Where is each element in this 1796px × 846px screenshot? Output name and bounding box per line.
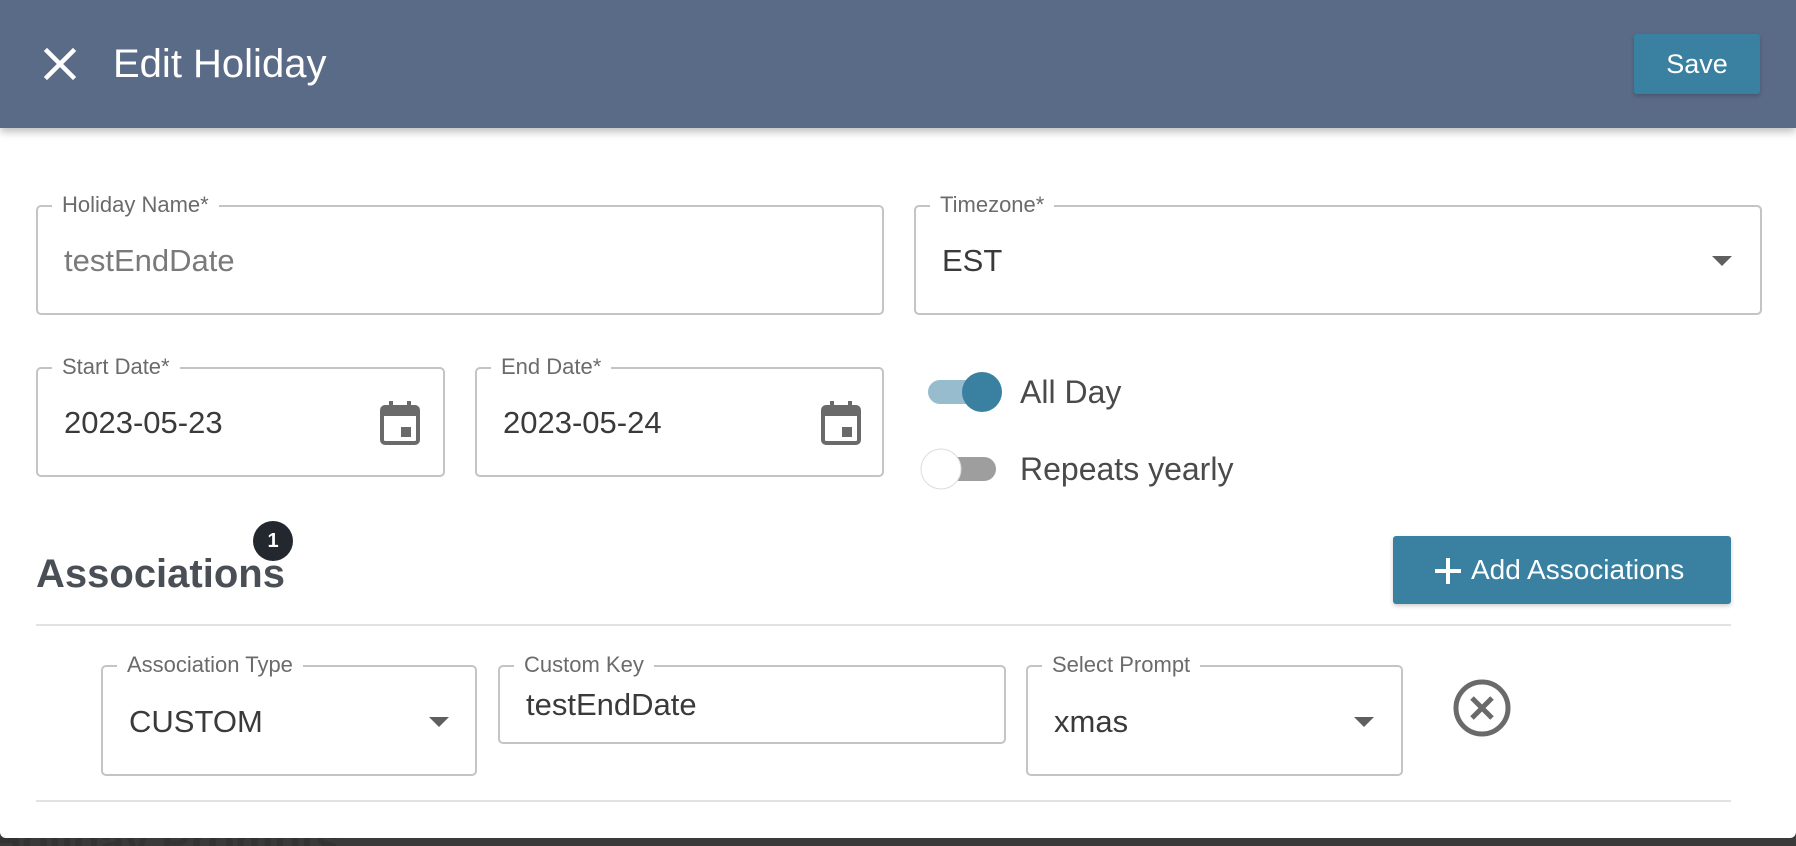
chevron-down-icon bbox=[1712, 256, 1732, 266]
repeats-yearly-toggle[interactable] bbox=[918, 446, 1002, 492]
remove-association-icon[interactable] bbox=[1452, 678, 1512, 738]
calendar-icon[interactable] bbox=[821, 401, 861, 445]
start-date-value: 2023-05-23 bbox=[64, 405, 223, 440]
repeats-yearly-label: Repeats yearly bbox=[1020, 451, 1234, 487]
holiday-name-value: testEndDate bbox=[64, 243, 235, 278]
save-button[interactable]: Save bbox=[1634, 34, 1760, 94]
chevron-down-icon bbox=[1354, 717, 1374, 727]
select-prompt-label: Select Prompt bbox=[1042, 651, 1201, 679]
associations-count-badge: 1 bbox=[253, 521, 293, 561]
end-date-value: 2023-05-24 bbox=[503, 405, 662, 440]
plus-icon bbox=[1433, 556, 1463, 586]
all-day-toggle[interactable] bbox=[926, 370, 1006, 414]
holiday-name-field[interactable]: Holiday Name* testEndDate bbox=[36, 191, 884, 315]
start-date-field[interactable]: Start Date* 2023-05-23 bbox=[36, 353, 445, 477]
divider bbox=[36, 800, 1731, 802]
add-associations-button[interactable]: Add Associations bbox=[1393, 536, 1731, 604]
association-type-value: CUSTOM bbox=[129, 704, 263, 739]
all-day-label: All Day bbox=[1020, 374, 1122, 410]
associations-heading: Associations bbox=[36, 552, 285, 596]
divider bbox=[36, 624, 1731, 626]
timezone-label: Timezone* bbox=[930, 191, 1055, 219]
calendar-icon[interactable] bbox=[380, 401, 420, 445]
holiday-name-label: Holiday Name* bbox=[52, 191, 219, 219]
association-type-select[interactable]: Association Type CUSTOM bbox=[101, 651, 477, 776]
dialog-title: Edit Holiday bbox=[113, 42, 327, 86]
custom-key-field[interactable]: Custom Key testEndDate bbox=[498, 651, 1006, 744]
custom-key-value: testEndDate bbox=[526, 687, 697, 722]
end-date-label: End Date* bbox=[491, 353, 612, 381]
end-date-field[interactable]: End Date* 2023-05-24 bbox=[475, 353, 884, 477]
timezone-select[interactable]: Timezone* EST bbox=[914, 191, 1762, 315]
edit-holiday-dialog: Edit Holiday Save Holiday Name* testEndD… bbox=[0, 0, 1796, 838]
add-associations-label: Add Associations bbox=[1471, 554, 1685, 585]
start-date-label: Start Date* bbox=[52, 353, 180, 381]
association-type-label: Association Type bbox=[117, 651, 303, 679]
select-prompt-select[interactable]: Select Prompt xmas bbox=[1026, 651, 1403, 776]
timezone-value: EST bbox=[942, 243, 1003, 278]
custom-key-label: Custom Key bbox=[514, 651, 654, 679]
close-icon[interactable] bbox=[36, 40, 84, 88]
chevron-down-icon bbox=[429, 717, 449, 727]
select-prompt-value: xmas bbox=[1054, 704, 1129, 739]
dialog-header: Edit Holiday Save bbox=[0, 0, 1796, 128]
